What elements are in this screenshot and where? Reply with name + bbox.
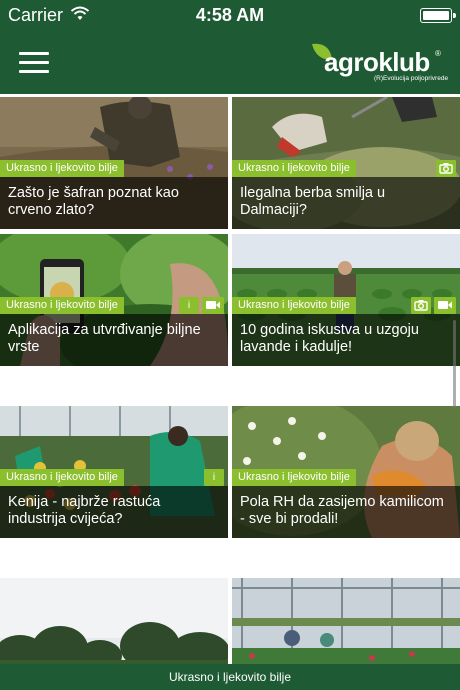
camera-icon <box>436 160 456 177</box>
section-footer-bar[interactable]: Ukrasno i ljekovito bilje <box>0 664 460 690</box>
category-tag[interactable]: Ukrasno i ljekovito bilje <box>232 160 356 177</box>
battery-icon <box>420 8 456 23</box>
media-badges <box>436 160 456 177</box>
article-title[interactable]: Aplikacija za utvrđivanje biljne vrste <box>0 314 228 366</box>
status-bar: Carrier 4:58 AM <box>0 0 460 32</box>
article-card[interactable]: Ukrasno i ljekovito bilje i Kenija - naj… <box>0 406 228 538</box>
media-badges: i <box>179 297 224 314</box>
info-icon: i <box>204 469 224 486</box>
category-tag[interactable]: Ukrasno i ljekovito bilje <box>0 160 124 177</box>
agroklub-logo[interactable]: agroklub ® (R)Evolucija poljoprivrede <box>310 42 454 86</box>
article-title[interactable]: Ilegalna berba smilja u Dalmaciji? <box>232 177 460 229</box>
category-tag[interactable]: Ukrasno i ljekovito bilje <box>232 469 356 486</box>
hamburger-menu-icon[interactable] <box>19 52 49 74</box>
logo-wordmark: agroklub <box>324 47 430 77</box>
media-badges <box>411 297 456 314</box>
article-card[interactable]: Ukrasno i ljekovito bilje Pola RH da zas… <box>232 406 460 538</box>
article-title[interactable]: Kenija - najbrže rastuća industrija cvij… <box>0 486 228 538</box>
video-icon <box>434 297 456 314</box>
video-icon <box>202 297 224 314</box>
scrollbar-thumb[interactable] <box>453 320 456 408</box>
media-badges: i <box>204 469 224 486</box>
article-title[interactable]: 10 godina iskustva u uzgoju lavande i ka… <box>232 314 460 366</box>
camera-icon <box>411 297 431 314</box>
category-tag[interactable]: Ukrasno i ljekovito bilje <box>0 469 124 486</box>
article-title[interactable]: Zašto je šafran poznat kao crveno zlato? <box>0 177 228 229</box>
logo-tagline: (R)Evolucija poljoprivrede <box>374 75 449 82</box>
clock: 4:58 AM <box>195 5 265 25</box>
info-icon: i <box>179 297 199 314</box>
category-tag[interactable]: Ukrasno i ljekovito bilje <box>0 297 124 314</box>
registered-mark: ® <box>435 49 441 58</box>
app-header: agroklub ® (R)Evolucija poljoprivrede <box>0 32 460 94</box>
article-card[interactable]: Ukrasno i ljekovito bilje 10 godina isku… <box>232 234 460 366</box>
article-card[interactable]: Ukrasno i ljekovito bilje Zašto je šafra… <box>0 97 228 229</box>
article-card[interactable]: Ukrasno i ljekovito bilje i Aplikacija z… <box>0 234 228 366</box>
article-title[interactable]: Pola RH da zasijemo kamilicom - sve bi p… <box>232 486 460 538</box>
category-tag[interactable]: Ukrasno i ljekovito bilje <box>232 297 356 314</box>
article-card[interactable]: Ukrasno i ljekovito bilje Ilegalna berba… <box>232 97 460 229</box>
